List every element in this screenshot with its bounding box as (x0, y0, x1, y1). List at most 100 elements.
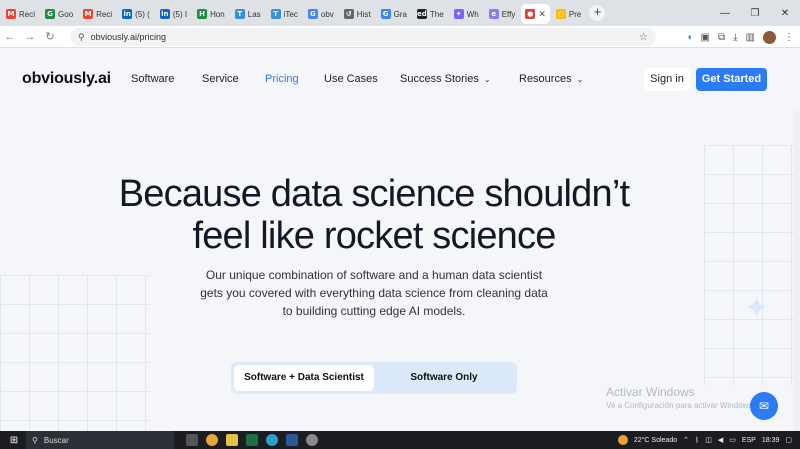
hero-title: Because data science shouldn’t feel like… (0, 173, 748, 257)
nav-use-cases-label: Use Cases (324, 73, 378, 85)
linkedin-icon: in (122, 9, 133, 19)
browser-tab-label: Las (247, 9, 261, 19)
browser-tab-label: The (429, 9, 444, 19)
nav-software[interactable]: Software (131, 73, 174, 85)
toggle-software-data-scientist[interactable]: Software + Data Scientist (234, 365, 374, 391)
chat-icon[interactable]: ✉ (750, 392, 778, 420)
chrome-icon: ○ (555, 9, 566, 19)
browser-tab[interactable]: G Goo (41, 4, 77, 24)
browser-tab[interactable]: ○ Pre (552, 4, 585, 24)
browser-tab[interactable]: ed The (413, 4, 448, 24)
nav-success-stories-label: Success Stories (400, 73, 479, 85)
word-icon[interactable] (286, 434, 298, 446)
nav-resources[interactable]: Resources ⌄ (519, 73, 583, 85)
close-window-button[interactable]: ✕ (770, 8, 800, 19)
nav-success-stories[interactable]: Success Stories ⌄ (400, 73, 491, 85)
get-started-button[interactable]: Get Started (696, 68, 767, 91)
google-classroom-icon: G (45, 9, 56, 19)
clock[interactable]: 18:39 (762, 437, 780, 444)
browser-tab[interactable]: TiTec (267, 4, 302, 24)
nav-service[interactable]: Service (202, 73, 239, 85)
chevron-down-icon: ⌄ (483, 75, 491, 84)
address-bar-row: ← → ↻ ⚲ obviously.ai/pricing ☆ ◖ ▣ ⧉ ⤓ ▥… (0, 26, 800, 48)
sign-in-button[interactable]: Sign in (644, 68, 690, 91)
language-indicator[interactable]: ESP (742, 437, 756, 444)
browser-tab-label: (5) I (172, 9, 188, 19)
browser-tab[interactable]: in (5) ( (118, 4, 154, 24)
browser-tab[interactable]: ↺ Hist (340, 4, 375, 24)
browser-tab-label: obv (320, 9, 334, 19)
tray-up-icon[interactable]: ⌃ (683, 436, 689, 444)
profile-avatar[interactable] (763, 30, 776, 44)
extension-icon-2[interactable]: ▣ (701, 32, 710, 43)
browser-tab-label: iTec (283, 9, 298, 19)
forward-icon[interactable]: → (20, 31, 40, 43)
minimize-button[interactable]: — (710, 8, 740, 19)
app-icon: H (197, 9, 208, 19)
browser-tab[interactable]: e Effy (485, 4, 520, 24)
itec-icon: T (270, 9, 281, 19)
obviously-icon: ● (525, 9, 536, 19)
bluetooth-icon[interactable]: ᛒ (695, 437, 699, 444)
reload-icon[interactable]: ↻ (40, 30, 60, 43)
browser-tab[interactable]: M Reci (2, 4, 39, 24)
extensions-puzzle-icon[interactable]: ⧉ (718, 32, 725, 43)
taskbar-search-label: Buscar (43, 435, 69, 445)
new-tab-button[interactable]: + (589, 5, 606, 21)
nav-pricing-label: Pricing (265, 73, 299, 85)
nav-use-cases[interactable]: Use Cases (324, 73, 378, 85)
browser-tab-label: Reci (19, 9, 36, 19)
side-panel-icon[interactable]: ▥ (746, 32, 755, 43)
excel-icon[interactable] (246, 434, 258, 446)
chrome-icon[interactable] (206, 434, 218, 446)
download-icon[interactable]: ⤓ (733, 32, 737, 43)
nav-software-label: Software (131, 73, 175, 85)
plan-toggle: Software + Data Scientist Software Only (231, 362, 517, 394)
weather-text[interactable]: 22°C Soleado (634, 437, 677, 444)
task-view-icon[interactable] (186, 434, 198, 446)
app-icon: ✦ (453, 9, 464, 19)
browser-tab[interactable]: G Gra (377, 4, 411, 24)
history-icon: ↺ (343, 9, 354, 19)
close-tab-icon[interactable]: ✕ (538, 9, 546, 20)
site-info-icon[interactable]: ⚲ (78, 32, 85, 43)
toggle-software-only[interactable]: Software Only (381, 365, 507, 391)
battery-icon[interactable]: ▭ (729, 436, 736, 444)
windows-start-icon[interactable]: ⊞ (4, 435, 24, 446)
logo[interactable]: obviously.ai (22, 70, 111, 88)
browser-tab[interactable]: M Reci (79, 4, 116, 24)
bookmark-star-icon[interactable]: ☆ (639, 32, 648, 43)
search-icon: ⚲ (32, 435, 38, 445)
edge-icon[interactable] (266, 434, 278, 446)
weather-icon (617, 435, 628, 445)
system-tray: 22°C Soleado ⌃ ᛒ ◫ ◀ ▭ ESP 18:39 ▢ (617, 431, 792, 449)
browser-tab[interactable]: ● ✕ (521, 4, 550, 24)
file-explorer-icon[interactable] (226, 434, 238, 446)
browser-tab[interactable]: H Hon (193, 4, 229, 24)
maximize-button[interactable]: ❐ (740, 8, 770, 19)
menu-kebab-icon[interactable]: ⋮ (784, 32, 794, 43)
nav-resources-label: Resources (519, 73, 572, 85)
google-icon: G (380, 9, 391, 19)
toolbar-right: ◖ ▣ ⧉ ⤓ ▥ ⋮ (686, 26, 794, 48)
browser-tab-label: (5) ( (135, 9, 150, 19)
browser-tab[interactable]: T Las (231, 4, 265, 24)
network-icon[interactable]: ◫ (705, 436, 712, 444)
nav-pricing[interactable]: Pricing (265, 73, 299, 85)
browser-tab[interactable]: Gobv (304, 4, 338, 24)
volume-icon[interactable]: ◀ (718, 436, 723, 444)
settings-icon[interactable] (306, 434, 318, 446)
window-controls: — ❐ ✕ (710, 0, 800, 26)
scrollbar[interactable] (794, 111, 800, 431)
browser-tab[interactable]: in (5) I (156, 4, 191, 24)
browser-tab[interactable]: ✦ Wh (450, 4, 483, 24)
url-field[interactable]: ⚲ obviously.ai/pricing ☆ (70, 28, 656, 46)
browser-tab-label: Wh (466, 9, 479, 19)
browser-tab-label: Hon (210, 9, 225, 19)
notifications-icon[interactable]: ▢ (785, 436, 792, 444)
back-icon[interactable]: ← (0, 31, 20, 43)
extension-icon[interactable]: ◖ (686, 32, 692, 43)
browser-tab-label: Reci (96, 9, 113, 19)
taskbar-search[interactable]: ⚲ Buscar (26, 431, 174, 449)
gmail-icon: M (83, 9, 94, 19)
